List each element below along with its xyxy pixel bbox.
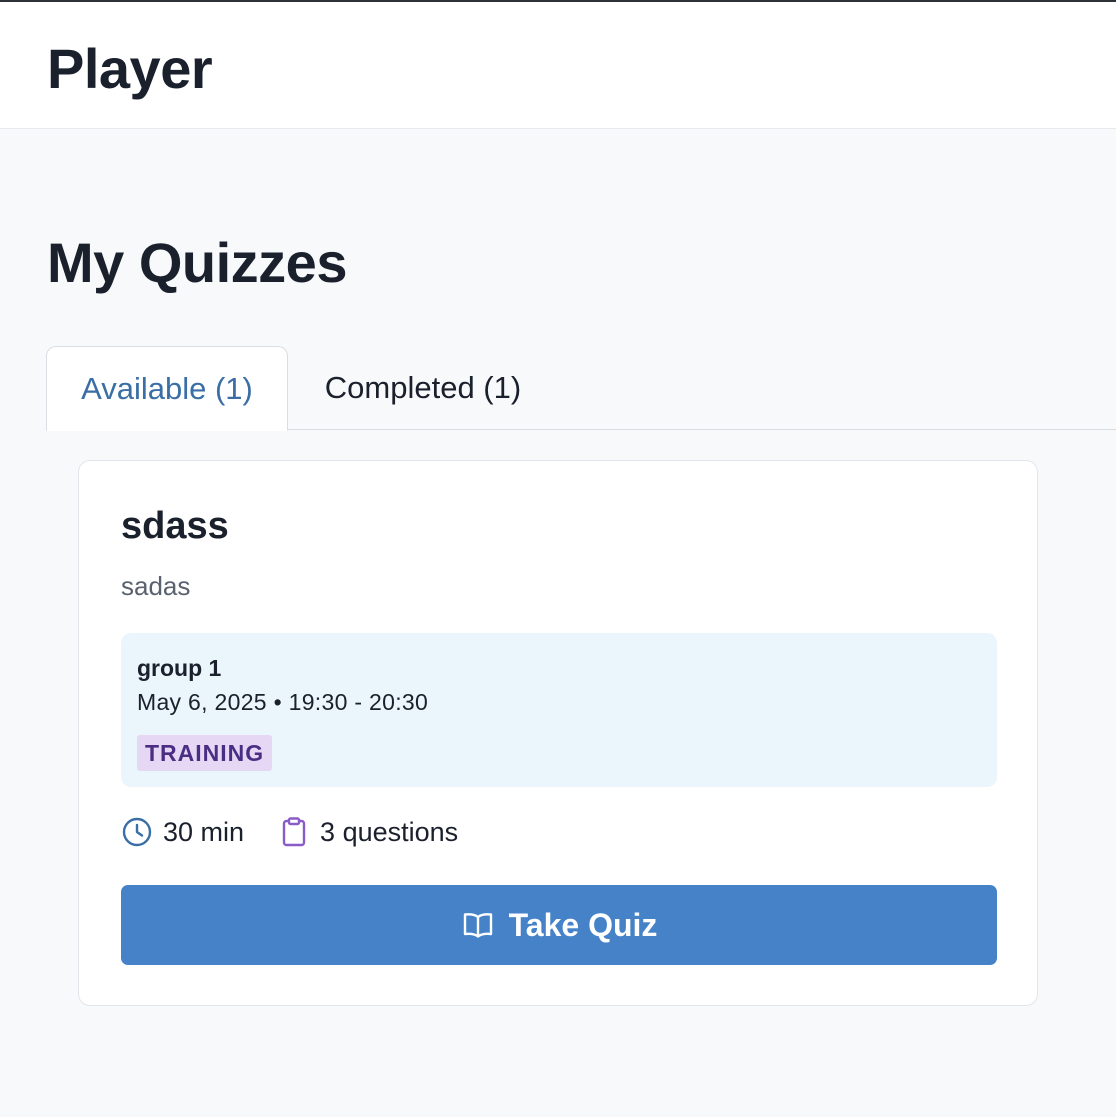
quiz-tabs: Available (1) Completed (1) [46, 346, 1116, 431]
app-title: Player [47, 37, 213, 100]
quiz-description: sadas [121, 571, 191, 601]
quiz-meta: 30 min 3 questions [121, 816, 458, 848]
duration-info: 30 min [121, 816, 244, 848]
schedule-box: group 1 May 6, 2025 • 19:30 - 20:30 TRAI… [121, 633, 997, 787]
group-name: group 1 [137, 655, 222, 681]
take-quiz-button[interactable]: Take Quiz [121, 885, 997, 965]
take-quiz-label: Take Quiz [508, 906, 658, 943]
duration-text: 30 min [163, 816, 245, 847]
questions-text: 3 questions [320, 816, 459, 847]
tab-completed[interactable]: Completed (1) [294, 346, 552, 430]
page-title: My Quizzes [47, 231, 347, 294]
clock-icon [122, 817, 152, 847]
app-header: Player [0, 2, 1116, 129]
quiz-title: sdass [121, 505, 229, 547]
book-open-icon [463, 913, 492, 938]
schedule-time: May 6, 2025 • 19:30 - 20:30 [137, 689, 429, 715]
quiz-card: sdass sadas group 1 May 6, 2025 • 19:30 … [78, 460, 1038, 1006]
tab-available[interactable]: Available (1) [46, 346, 288, 431]
clipboard-icon [282, 817, 306, 847]
training-badge: TRAINING [137, 735, 273, 771]
questions-info: 3 questions [278, 816, 458, 848]
